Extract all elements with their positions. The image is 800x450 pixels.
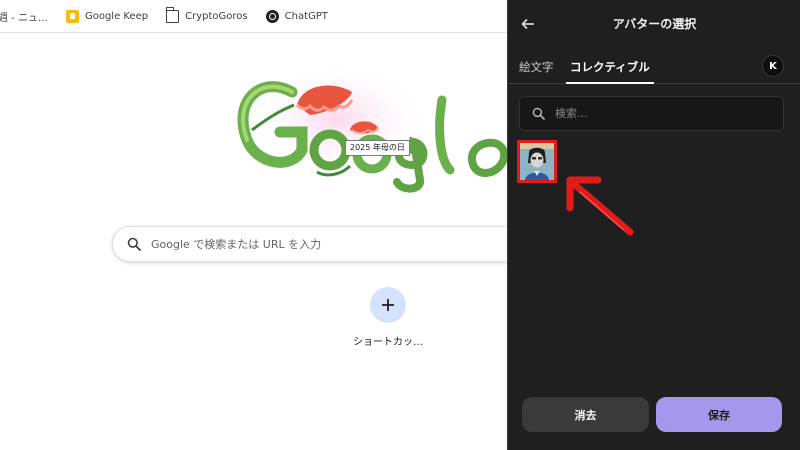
clear-button[interactable]: 消去: [522, 397, 649, 432]
tab-emoji[interactable]: 絵文字: [519, 59, 554, 75]
bookmark-google-keep[interactable]: Google Keep: [65, 5, 149, 27]
bookmark-label: 週 - ニュ…: [0, 12, 48, 24]
bookmark-label: ChatGPT: [284, 10, 328, 22]
collectible-avatar-item[interactable]: [517, 140, 557, 183]
avatar-select-panel: アバターの選択 絵文字 コレクティブル K 消去 保存: [507, 0, 800, 450]
search-input[interactable]: Google で検索または URL を入力: [112, 226, 552, 262]
red-arrow-annotation: [566, 176, 634, 236]
bookmark-cryptogoros[interactable]: CryptoGoros: [165, 5, 248, 27]
search-icon: [127, 237, 141, 251]
search-placeholder: Google で検索または URL を入力: [151, 238, 322, 251]
bookmark-news[interactable]: 週 - ニュ…: [0, 5, 48, 27]
collectible-search-input[interactable]: [555, 107, 755, 120]
google-keep-icon: [65, 9, 79, 23]
tab-collectibles[interactable]: コレクティブル: [570, 59, 650, 75]
search-icon: [532, 107, 545, 120]
chatgpt-icon: [265, 9, 279, 23]
shortcut-label: ショートカッ…: [353, 337, 423, 348]
collectible-search[interactable]: [519, 96, 784, 131]
plus-icon: [382, 299, 394, 311]
panel-title: アバターの選択: [612, 17, 697, 31]
google-doodle[interactable]: [222, 70, 512, 195]
doodle-tooltip: 2025 年母の日: [345, 140, 410, 156]
user-avatar[interactable]: K: [762, 55, 784, 77]
add-shortcut-button[interactable]: [370, 287, 406, 323]
bookmark-chatgpt[interactable]: ChatGPT: [265, 5, 328, 27]
bookmark-label: Google Keep: [84, 10, 149, 22]
active-tab-indicator: [566, 82, 654, 84]
avatar-tabs: 絵文字 コレクティブル: [508, 52, 800, 84]
bookmark-label: CryptoGoros: [185, 10, 248, 22]
avatar-thumbnail: [520, 143, 554, 180]
save-button[interactable]: 保存: [656, 397, 782, 432]
folder-icon: [165, 6, 180, 23]
